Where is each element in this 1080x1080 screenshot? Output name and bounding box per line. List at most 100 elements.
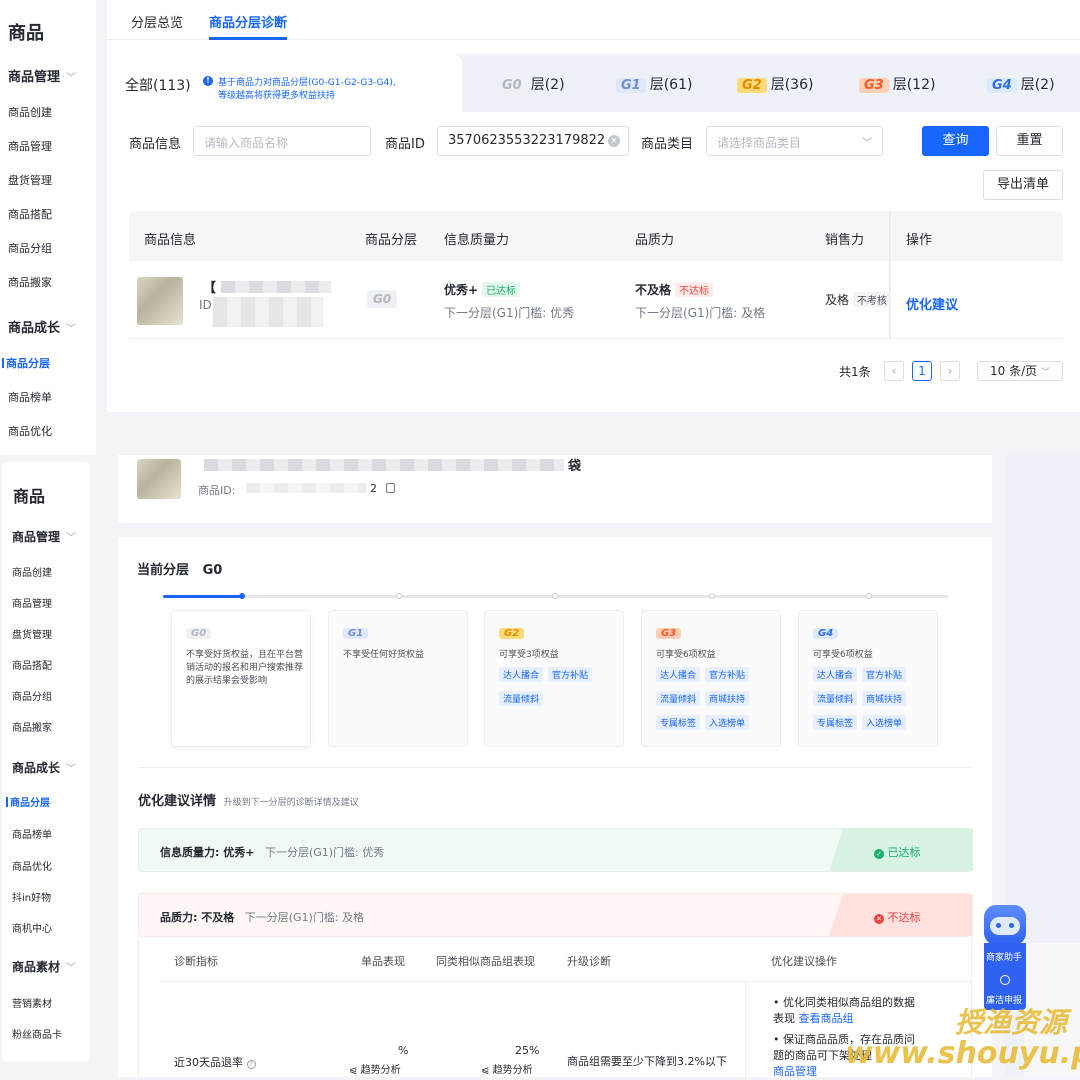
product-id-label: 商品ID: <box>198 484 236 497</box>
status-badge: 不达标 <box>675 282 714 297</box>
category-select[interactable]: 请选择商品类目 ﹀ <box>706 126 883 156</box>
tab-diagnosis[interactable]: 商品分层诊断 <box>209 12 288 40</box>
layer-card-g1[interactable]: G1 不享受任何好货权益 <box>328 610 468 747</box>
sidebar-group-growth[interactable]: 商品成长 ﹀ <box>12 759 76 776</box>
layer-card-g4[interactable]: G4 可享受6项权益 达人播合 官方补贴 流量倾斜 商城扶持 专属标签 入选榜单 <box>798 610 938 747</box>
page-size-select[interactable]: 10 条/页 ﹀ <box>977 361 1063 381</box>
benefit-chip: 入选榜单 <box>705 715 750 730</box>
layer-card-g3[interactable]: G3 可享受6项权益 达人播合 官方补贴 流量倾斜 商城扶持 专属标签 入选榜单 <box>641 610 781 747</box>
product-info-label: 商品信息 <box>129 137 182 152</box>
export-button[interactable]: 导出清单 <box>983 170 1063 200</box>
sidebar-item-group[interactable]: 商品分组 <box>12 688 52 703</box>
chevron-down-icon: ﹀ <box>66 764 77 775</box>
sidebar-item-group[interactable]: 商品分组 <box>8 240 52 256</box>
sidebar-group-manage[interactable]: 商品管理 ﹀ <box>12 528 76 545</box>
robot-eye <box>1009 923 1014 928</box>
sidebar-item-optimize[interactable]: 商品优化 <box>8 423 52 439</box>
trend-link[interactable]: ⩿ 趋势分析 <box>349 1061 401 1076</box>
sidebar-item-combo[interactable]: 商品搭配 <box>12 657 52 672</box>
layer-badge: G1 <box>343 628 369 639</box>
layer-badge: G0 <box>367 290 401 308</box>
robot-face <box>990 917 1020 935</box>
benefit-chip: 入选榜单 <box>862 715 907 730</box>
copy-icon[interactable] <box>386 483 395 493</box>
layer-badge: G2 <box>499 628 525 639</box>
th-diagnosis: 升级诊断 <box>567 955 611 968</box>
sidebar-group-growth[interactable]: 商品成长 ﹀ <box>8 317 76 336</box>
advice-title: 优化建议详情 升级到下一分层的诊断详情及建议 <box>138 794 359 809</box>
assistant-widget[interactable]: 商家助手 廉洁申报 <box>984 905 1030 1010</box>
upgrade-diagnosis: 商品组需要至少下降到3.2%以下 <box>567 1055 727 1068</box>
table-row: 【 ID G0 优秀+ 已达标 下一分层(G1)门槛: 优秀 不及格 不达标 下一分… <box>129 261 1063 339</box>
product-id-redacted <box>213 297 323 327</box>
sidebar-item-marketing-material[interactable]: 营销素材 <box>12 995 52 1010</box>
sidebar-item-rank[interactable]: 商品榜单 <box>8 389 52 405</box>
product-id-input[interactable]: 3570623553223179822 × <box>437 126 629 156</box>
sidebar-item-fan-card[interactable]: 粉丝商品卡 <box>12 1026 62 1041</box>
th-product: 商品信息 <box>144 233 197 248</box>
view-group-link[interactable]: 查看商品组 <box>799 1012 854 1025</box>
layer-card-g2[interactable]: G2 可享受3项权益 达人播合 官方补贴 流量倾斜 <box>484 610 624 747</box>
layer-tab-g1[interactable]: G1 层(61) <box>616 74 692 94</box>
sidebar-item-optimize[interactable]: 商品优化 <box>12 858 52 873</box>
sidebar-bottom: 商品 商品管理 ﹀ 商品创建 商品管理 盘货管理 商品搭配 商品分组 商品搬家 商… <box>2 462 90 1062</box>
product-title-redacted <box>204 459 564 471</box>
layer-card-g0[interactable]: G0 不享受好货权益，且在平台营销活动的报名和用户搜索推荐的展示结果会受影响 <box>171 610 311 747</box>
sidebar-item-layer[interactable]: 商品分层 <box>2 355 50 371</box>
sidebar-item-create[interactable]: 商品创建 <box>12 564 52 579</box>
sidebar-item-move[interactable]: 商品搬家 <box>12 719 52 734</box>
th-action: 操作 <box>906 233 933 248</box>
single-value: % <box>398 1044 409 1057</box>
layer-tab-g2[interactable]: G2 层(36) <box>737 74 813 94</box>
tab-overview[interactable]: 分层总览 <box>131 12 183 31</box>
sidebar-item-manage[interactable]: 商品管理 <box>8 138 52 154</box>
layer-tab-g0[interactable]: G0 层(2) <box>497 74 565 94</box>
prev-page-button[interactable]: ‹ <box>884 361 904 381</box>
row-divider <box>159 981 973 982</box>
group-value: 25% <box>515 1044 540 1057</box>
optimize-link[interactable]: 优化建议 <box>906 294 958 313</box>
sidebar-item-rank[interactable]: 商品榜单 <box>12 826 52 841</box>
benefit-chip: 官方补贴 <box>705 667 750 682</box>
sidebar-item-combo[interactable]: 商品搭配 <box>8 206 52 222</box>
quality-banner: 品质力: 不及格 下一分层(G1)门槛: 及格 ✕ 不达标 <box>138 893 973 937</box>
th-group: 同类相似商品组表现 <box>436 955 535 968</box>
sidebar-item-goods[interactable]: 抖in好物 <box>12 889 51 904</box>
trend-link[interactable]: ⩿ 趋势分析 <box>481 1061 533 1076</box>
benefit-chip: 流量倾斜 <box>813 691 858 706</box>
product-name-input[interactable]: 请输入商品名称 <box>193 126 371 156</box>
layer-all-tab[interactable]: 全部(113) ! 基于商品力对商品分层(G0-G1-G2-G3-G4), 等级… <box>107 54 462 112</box>
product-title-redacted <box>221 281 331 293</box>
metric-name: 近30天品退率 ? <box>174 1054 256 1070</box>
sidebar-item-opportunity[interactable]: 商机中心 <box>12 920 52 935</box>
page-number[interactable]: 1 <box>912 361 932 381</box>
chevron-down-icon: ﹀ <box>66 533 77 544</box>
assistant-label: 商家助手 <box>986 953 1023 963</box>
sidebar-title: 商品 <box>8 23 44 44</box>
trend-icon: ⩿ <box>481 1065 490 1076</box>
layer-tab-g4[interactable]: G4 层(2) <box>987 74 1055 94</box>
sidebar-group-manage[interactable]: 商品管理 ﹀ <box>8 66 76 85</box>
progress-dot <box>239 593 245 599</box>
sidebar-item-inventory[interactable]: 盘货管理 <box>8 172 52 188</box>
sidebar-item-inventory[interactable]: 盘货管理 <box>12 626 52 641</box>
layer-card-desc: 可享受6项权益 <box>656 650 716 660</box>
sidebar-group-material[interactable]: 商品素材 ﹀ <box>12 958 76 975</box>
product-title-suffix: 袋 <box>568 459 582 474</box>
sidebar-item-manage[interactable]: 商品管理 <box>12 595 52 610</box>
query-button[interactable]: 查询 <box>922 126 989 156</box>
next-page-button[interactable]: › <box>940 361 960 381</box>
clear-icon[interactable]: × <box>608 135 620 147</box>
sidebar-item-create[interactable]: 商品创建 <box>8 104 52 120</box>
divider <box>138 767 972 768</box>
sidebar-item-move[interactable]: 商品搬家 <box>8 274 52 290</box>
robot-icon <box>984 905 1026 945</box>
benefit-chip: 商城扶持 <box>705 691 750 706</box>
benefit-chip: 流量倾斜 <box>656 691 701 706</box>
sidebar-item-layer[interactable]: 商品分层 <box>6 794 50 809</box>
product-manage-link[interactable]: 商品管理 <box>773 1065 817 1078</box>
reset-button[interactable]: 重置 <box>996 126 1063 156</box>
progress-dot <box>396 593 402 599</box>
help-icon[interactable]: ? <box>246 1060 256 1069</box>
layer-tab-g3[interactable]: G3 层(12) <box>859 74 935 94</box>
